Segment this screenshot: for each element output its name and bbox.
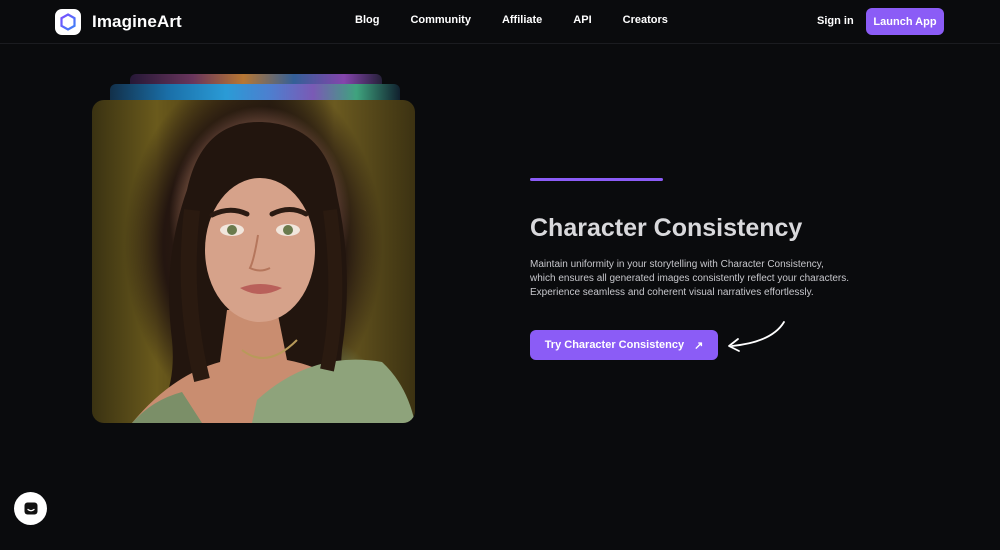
accent-divider <box>530 178 663 181</box>
nav-creators[interactable]: Creators <box>623 14 668 26</box>
nav-affiliate[interactable]: Affiliate <box>502 14 542 26</box>
page: ImagineArt Blog Community Affiliate API … <box>0 0 1000 550</box>
main-nav: Blog Community Affiliate API Creators <box>355 14 699 26</box>
nav-api[interactable]: API <box>573 14 591 26</box>
section-title: Character Consistency <box>530 214 803 242</box>
try-character-consistency-button[interactable]: Try Character Consistency ↗ <box>530 330 718 360</box>
launch-app-button[interactable]: Launch App <box>866 8 944 35</box>
cta-label: Try Character Consistency <box>544 339 685 351</box>
section-description: Maintain uniformity in your storytelling… <box>530 259 850 298</box>
hexagon-logo-icon <box>55 9 81 35</box>
chat-icon <box>24 502 37 514</box>
arrow-up-right-icon: ↗ <box>694 339 704 352</box>
nav-community[interactable]: Community <box>410 14 471 26</box>
character-portrait-image <box>92 100 415 423</box>
site-header: ImagineArt Blog Community Affiliate API … <box>0 0 1000 44</box>
portrait-illustration <box>132 121 415 423</box>
chat-widget-button[interactable] <box>14 492 47 525</box>
brand-logo[interactable]: ImagineArt <box>55 9 182 35</box>
nav-blog[interactable]: Blog <box>355 14 379 26</box>
sign-in-link[interactable]: Sign in <box>817 15 854 27</box>
brand-name: ImagineArt <box>92 12 182 31</box>
curved-arrow-icon <box>728 321 785 352</box>
